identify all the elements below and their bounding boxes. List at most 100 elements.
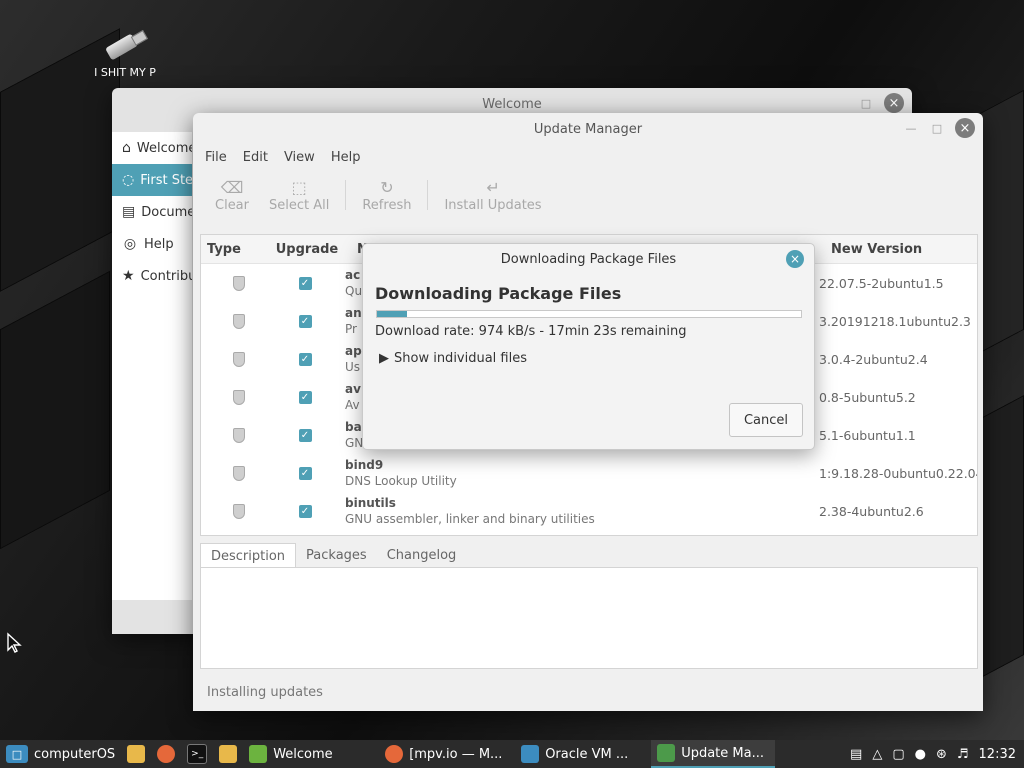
- clear-button[interactable]: ⌫ Clear: [205, 178, 259, 213]
- cancel-button[interactable]: Cancel: [729, 403, 803, 437]
- menu-bar: File Edit View Help: [193, 145, 983, 169]
- security-shield-icon: [233, 427, 245, 443]
- minimize-icon[interactable]: —: [903, 120, 919, 136]
- clock[interactable]: 12:32: [979, 747, 1016, 762]
- toolbar: ⌫ Clear ⬚ Select All ↻ Refresh ↵ Install…: [193, 169, 983, 221]
- type-cell: [201, 427, 277, 443]
- upgrade-checkbox[interactable]: ✓: [298, 276, 312, 290]
- sidebar-item-help[interactable]: ◎ Help: [112, 228, 192, 260]
- task-label: [mpv.io — M...: [409, 746, 503, 762]
- package-description: DNS Lookup Utility: [345, 474, 457, 488]
- shield-tray-icon[interactable]: △: [872, 747, 882, 762]
- table-row[interactable]: ✓ bind9 DNS Lookup Utility 1:9.18.28-0ubunt…: [201, 454, 977, 492]
- select-all-label: Select All: [269, 197, 330, 213]
- user-icon[interactable]: ●: [915, 747, 926, 762]
- sidebar-item-label: Welcome: [136, 140, 192, 156]
- tab-description[interactable]: Description: [200, 543, 297, 569]
- upgrade-cell: ✓: [277, 428, 333, 442]
- security-shield-icon: [233, 351, 245, 367]
- shield-icon: [657, 744, 676, 762]
- description-panel: [200, 567, 978, 669]
- upgrade-cell: ✓: [277, 504, 333, 518]
- upgrade-cell: ✓: [277, 466, 333, 480]
- upgrade-checkbox[interactable]: ✓: [298, 504, 312, 518]
- maximize-icon[interactable]: □: [929, 120, 945, 136]
- sidebar-item-first-steps[interactable]: ◌ First Steps: [112, 164, 192, 196]
- updates-icon[interactable]: ▢: [892, 747, 904, 762]
- upgrade-cell: ✓: [277, 390, 333, 404]
- package-version: 0.8-5ubuntu5.2: [819, 389, 916, 405]
- download-dialog[interactable]: Downloading Package Files × Downloading …: [362, 243, 815, 450]
- task-virtualbox[interactable]: Oracle VM ...: [515, 740, 651, 768]
- package-version: 2.38-4ubuntu2.6: [819, 503, 924, 519]
- launcher-folder[interactable]: [213, 740, 243, 768]
- system-tray: ▤ △ ▢ ● ⊛ ♬ 12:32: [850, 747, 1024, 762]
- download-progress-bar: [376, 310, 802, 318]
- clipboard-icon[interactable]: ▤: [850, 747, 862, 762]
- select-all-icon: ⬚: [291, 177, 307, 197]
- type-cell: [201, 313, 277, 329]
- close-icon[interactable]: ×: [955, 118, 975, 138]
- package-version: 22.07.5-2ubuntu1.5: [819, 275, 944, 291]
- sidebar-item-label: First Steps: [140, 172, 192, 188]
- volume-icon[interactable]: ♬: [957, 747, 969, 762]
- toolbar-separator: [345, 180, 347, 210]
- expander-arrow-icon: ▶: [379, 351, 389, 366]
- star-icon: ★: [122, 268, 135, 284]
- minimize-icon[interactable]: □: [858, 95, 874, 111]
- close-icon[interactable]: ×: [786, 250, 804, 268]
- upgrade-checkbox[interactable]: ✓: [298, 466, 312, 480]
- folder-icon: [219, 745, 238, 763]
- show-files-expander[interactable]: ▶ Show individual files: [379, 351, 527, 366]
- toolbar-separator: [427, 180, 429, 210]
- upgrade-checkbox[interactable]: ✓: [298, 314, 312, 328]
- window-title: Update Manager: [533, 121, 643, 137]
- upgrade-checkbox[interactable]: ✓: [298, 428, 312, 442]
- welcome-icon: [249, 745, 268, 763]
- close-icon[interactable]: ×: [884, 93, 904, 113]
- install-updates-button[interactable]: ↵ Install Updates: [434, 178, 551, 213]
- tab-packages[interactable]: Packages: [296, 543, 377, 569]
- firefox-icon: [157, 745, 176, 763]
- package-name: binutils: [345, 496, 396, 510]
- launcher-files[interactable]: [121, 740, 151, 768]
- menu-file[interactable]: File: [197, 150, 235, 165]
- launcher-terminal[interactable]: >_: [181, 740, 213, 768]
- table-row[interactable]: ✓ binutils GNU assembler, linker and binar…: [201, 492, 977, 530]
- tab-changelog[interactable]: Changelog: [377, 543, 467, 569]
- start-menu-label: computerOS: [34, 746, 116, 762]
- firefox-icon: [385, 745, 404, 763]
- select-all-button[interactable]: ⬚ Select All: [259, 178, 339, 213]
- task-welcome[interactable]: Welcome: [243, 740, 379, 768]
- desktop-usb-drive[interactable]: I SHIT MY P: [88, 30, 162, 79]
- refresh-button[interactable]: ↻ Refresh: [352, 178, 421, 213]
- network-icon[interactable]: ⊛: [936, 747, 947, 762]
- launcher-firefox[interactable]: [151, 740, 181, 768]
- upgrade-cell: ✓: [277, 276, 333, 290]
- column-new-version[interactable]: New Version: [823, 242, 977, 257]
- package-version: 5.1-6ubuntu1.1: [819, 427, 916, 443]
- sidebar-item-welcome[interactable]: ⌂ Welcome: [112, 132, 192, 164]
- task-label: Update Ma...: [681, 745, 764, 761]
- sidebar-item-contribute[interactable]: ★ Contribute: [112, 260, 192, 292]
- dialog-titlebar[interactable]: Downloading Package Files ×: [363, 244, 814, 274]
- virtualbox-icon: [521, 745, 540, 763]
- start-menu-button[interactable]: □ computerOS: [0, 740, 121, 768]
- package-version: 1:9.18.28-0ubuntu0.22.04.: [819, 465, 977, 481]
- menu-help[interactable]: Help: [323, 150, 369, 165]
- upgrade-checkbox[interactable]: ✓: [298, 352, 312, 366]
- task-label: Welcome: [273, 746, 333, 762]
- upgrade-cell: ✓: [277, 352, 333, 366]
- update-manager-titlebar[interactable]: Update Manager — □ ×: [193, 113, 983, 145]
- upgrade-checkbox[interactable]: ✓: [298, 390, 312, 404]
- refresh-icon: ↻: [380, 177, 394, 197]
- welcome-title: Welcome: [482, 96, 542, 112]
- column-type[interactable]: Type: [201, 242, 265, 257]
- column-upgrade[interactable]: Upgrade: [265, 242, 349, 257]
- task-firefox[interactable]: [mpv.io — M...: [379, 740, 515, 768]
- sidebar-item-documentation[interactable]: ▤ Documentation: [112, 196, 192, 228]
- menu-edit[interactable]: Edit: [235, 150, 276, 165]
- menu-view[interactable]: View: [276, 150, 323, 165]
- task-update-manager[interactable]: Update Ma...: [651, 740, 776, 768]
- home-icon: ⌂: [122, 140, 131, 156]
